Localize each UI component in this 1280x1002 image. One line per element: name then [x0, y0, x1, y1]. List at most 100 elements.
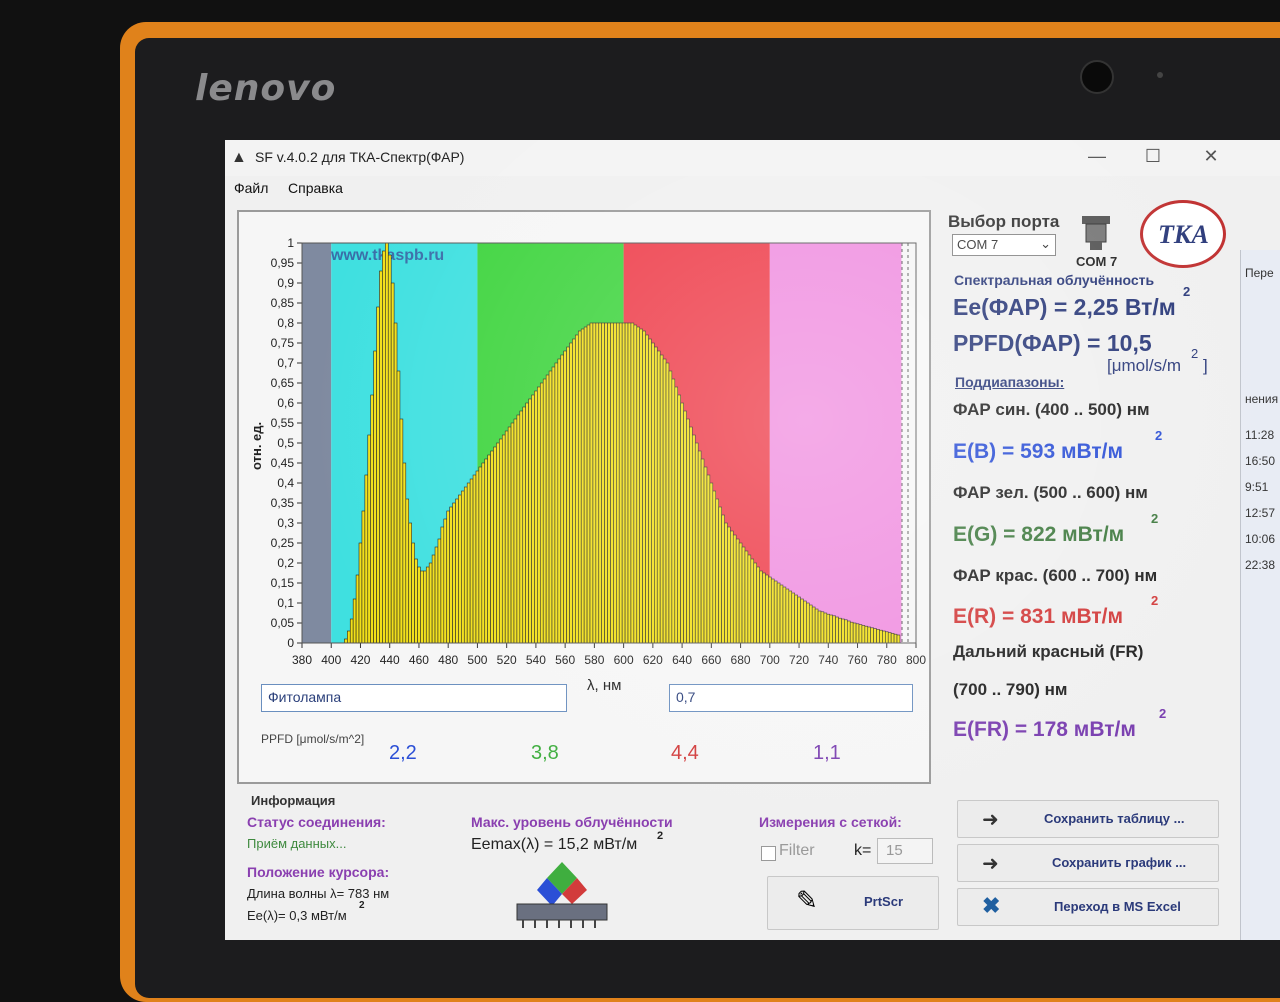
- k-input[interactable]: 15: [877, 838, 933, 864]
- spectrum-bar: [510, 422, 515, 644]
- spectrum-bar: [589, 322, 594, 644]
- y-tick-label: 1: [287, 236, 294, 250]
- info-title: Информация: [251, 793, 336, 808]
- spectrum-bar: [700, 458, 705, 644]
- window-title: SF v.4.0.2 для ТКА-Спектр(ФАР): [255, 149, 465, 165]
- x-tick-label: 640: [672, 653, 692, 667]
- menu-help[interactable]: Справка: [288, 180, 343, 196]
- irradiance-title: Спектральная облучённость: [954, 272, 1155, 288]
- spectrum-bar: [373, 350, 377, 644]
- spectrum-bar: [539, 382, 544, 644]
- spectrum-bar: [423, 570, 427, 644]
- red-range-label: ФАР крас. (600 .. 700) нм: [953, 566, 1158, 585]
- y-tick-label: 0,7: [277, 356, 294, 370]
- ppfd-unit-superscript: 2: [1191, 346, 1199, 361]
- maximize-button[interactable]: ☐: [1133, 146, 1173, 167]
- filter-checkbox[interactable]: [761, 846, 776, 861]
- ppfd-fr-value: 1,1: [813, 742, 841, 764]
- spectrum-bar: [595, 322, 600, 644]
- spectrum-bar: [390, 282, 395, 644]
- spectrum-bar: [855, 623, 860, 644]
- spectrum-bar: [446, 510, 450, 644]
- chip-icon: [507, 860, 617, 930]
- spectrum-bar: [352, 598, 357, 644]
- port-select[interactable]: COM 7 ⌄: [952, 234, 1056, 256]
- spectrum-bar: [665, 362, 670, 644]
- x-axis-ticks: 380 400 420 440 460 480 500 520 540 560 580 600 620 6…: [292, 643, 926, 667]
- x-tick-label: 500: [467, 653, 487, 667]
- red-superscript: 2: [1151, 593, 1159, 608]
- spectrum-bar: [481, 462, 486, 644]
- spectrum-bar: [882, 630, 886, 644]
- spectrum-bar: [683, 410, 687, 644]
- spectrum-bar: [852, 622, 857, 644]
- x-tick-label: 680: [731, 653, 751, 667]
- spectrum-bar: [592, 322, 597, 644]
- side-item: 11:28: [1245, 428, 1275, 442]
- spectrum-bar: [779, 584, 784, 644]
- chevron-down-icon: ⌄: [1040, 236, 1051, 251]
- x-axis-label: λ, нм: [587, 677, 621, 694]
- spectrum-bar: [490, 450, 494, 644]
- spectrum-bar: [838, 617, 842, 644]
- cursor-position-title: Положение курсора:: [247, 864, 390, 880]
- spectrum-bar: [689, 426, 693, 644]
- minimize-button[interactable]: —: [1077, 146, 1117, 167]
- spectrum-bar: [627, 322, 632, 644]
- y-tick-label: 0,25: [271, 536, 295, 550]
- spectrum-bar: [364, 474, 369, 644]
- y-tick-label: 0,1: [277, 596, 294, 610]
- menu-file[interactable]: Файл: [234, 180, 268, 196]
- spectrum-bar: [671, 378, 676, 644]
- value-input[interactable]: 0,7: [669, 684, 913, 712]
- excel-button[interactable]: ✖ Переход в MS Excel: [957, 888, 1219, 926]
- info-panel: Информация Статус соединения: Приём данн…: [235, 788, 1275, 940]
- connection-status-title: Статус соединения:: [247, 814, 386, 830]
- spectrum-bar: [507, 426, 512, 644]
- spectrum-bar: [858, 624, 863, 644]
- spectrum-bar: [458, 494, 462, 644]
- x-tick-label: 460: [409, 653, 429, 667]
- spectrum-bar: [659, 354, 664, 644]
- save-graph-icon: ➜: [982, 853, 999, 875]
- side-item: 9:51: [1245, 480, 1269, 494]
- spectrum-bar: [636, 326, 640, 644]
- spectrum-bar: [417, 566, 421, 644]
- y-tick-label: 0,85: [271, 296, 295, 310]
- spectrum-bar: [437, 538, 442, 644]
- green-range-label: ФАР зел. (500 .. 600) нм: [953, 483, 1148, 502]
- spectrum-bar: [782, 586, 787, 644]
- spectrum-bar: [654, 346, 658, 644]
- label-input[interactable]: Фитолампа: [261, 684, 567, 712]
- spectrum-bar: [890, 633, 895, 644]
- spectrum-bar: [879, 629, 883, 644]
- close-button[interactable]: ✕: [1191, 146, 1231, 167]
- spectrum-bar: [864, 625, 869, 644]
- spectrum-bar: [616, 322, 620, 644]
- x-tick-label: 560: [555, 653, 575, 667]
- spectrum-bar: [569, 342, 573, 644]
- x-tick-label: 760: [848, 653, 868, 667]
- y-tick-label: 0,65: [271, 376, 295, 390]
- spectrum-bar: [484, 458, 488, 644]
- spectrum-bar: [449, 506, 453, 644]
- y-tick-label: 0,35: [271, 496, 295, 510]
- grid-measure-title: Измерения с сеткой:: [759, 814, 902, 830]
- spectrum-bar: [393, 322, 398, 644]
- spectrum-bar: [563, 350, 567, 644]
- spectrum-bar: [355, 574, 360, 644]
- spectrum-bar: [715, 498, 719, 644]
- spectrum-bar: [692, 434, 696, 644]
- save-graph-button[interactable]: ➜ Сохранить график ...: [957, 844, 1219, 882]
- prtscr-button[interactable]: ✎ PrtScr: [767, 876, 939, 930]
- spectrum-bar: [718, 506, 722, 644]
- cursor-wavelength: Длина волны λ= 783 нм: [247, 886, 390, 901]
- y-tick-label: 0,9: [277, 276, 294, 290]
- irradiance-panel: Выбор порта COM 7 ⌄ COM 7 ТКА Спектральн…: [945, 200, 1230, 780]
- x-tick-label: 480: [438, 653, 458, 667]
- spectrum-bar: [370, 394, 374, 644]
- save-table-button[interactable]: ➜ Сохранить таблицу ...: [957, 800, 1219, 838]
- spectrum-bar: [618, 322, 623, 644]
- k-label: k=: [854, 842, 872, 859]
- spectrum-bar: [425, 566, 430, 644]
